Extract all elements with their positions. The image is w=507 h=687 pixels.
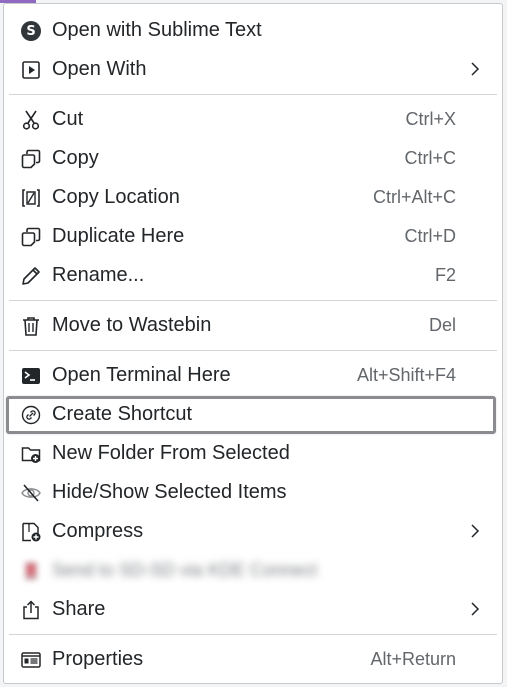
menu-item-compress[interactable]: Compress xyxy=(4,512,502,551)
menu-item-label: Properties xyxy=(52,648,144,670)
sublime-text-icon: S xyxy=(20,20,42,42)
menu-item-label: Create Shortcut xyxy=(52,403,193,425)
folder-add-icon xyxy=(20,443,42,465)
menu-item-properties[interactable]: Properties Alt+Return xyxy=(4,640,502,679)
share-icon xyxy=(20,599,42,621)
menu-item-label: Move to Wastebin xyxy=(52,314,212,336)
menu-item-label: Hide/Show Selected Items xyxy=(52,481,287,503)
menu-item-label: Copy xyxy=(52,147,99,169)
menu-item-hide-show[interactable]: Hide/Show Selected Items xyxy=(4,473,502,512)
menu-item-label: Open Terminal Here xyxy=(52,364,231,386)
scissors-icon xyxy=(20,109,42,131)
menu-item-label: Open with Sublime Text xyxy=(52,19,262,41)
shortcut-label: Ctrl+Alt+C xyxy=(372,187,456,207)
menu-item-create-shortcut[interactable]: Create Shortcut xyxy=(4,395,502,434)
menu-item-new-folder[interactable]: New Folder From Selected xyxy=(4,434,502,473)
menu-item-label: Share xyxy=(52,598,106,620)
chevron-right-icon xyxy=(471,62,480,76)
trash-icon xyxy=(20,315,42,337)
menu-item-rename[interactable]: Rename... F2 xyxy=(4,256,502,295)
context-menu: S Open with Sublime Text Open With Cut C… xyxy=(3,3,503,684)
menu-item-open-sublime[interactable]: S Open with Sublime Text xyxy=(4,11,502,50)
open-with-icon xyxy=(20,59,42,81)
chevron-right-icon xyxy=(471,602,480,616)
duplicate-icon xyxy=(20,226,42,248)
menu-item-label: Copy Location xyxy=(52,186,180,208)
menu-item-share[interactable]: Share xyxy=(4,590,502,629)
menu-item-wastebin[interactable]: Move to Wastebin Del xyxy=(4,306,502,345)
menu-item-copy[interactable]: Copy Ctrl+C xyxy=(4,139,502,178)
menu-item-duplicate[interactable]: Duplicate Here Ctrl+D xyxy=(4,217,502,256)
menu-separator xyxy=(4,89,502,100)
link-icon xyxy=(20,404,42,426)
menu-separator xyxy=(4,629,502,640)
menu-item-label: Duplicate Here xyxy=(52,225,185,247)
copy-location-icon xyxy=(20,187,42,209)
terminal-icon xyxy=(20,365,42,387)
menu-item-copy-location[interactable]: Copy Location Ctrl+Alt+C xyxy=(4,178,502,217)
menu-item-send-to-device[interactable]: Send to SD-SD via KDE Connect xyxy=(4,551,502,590)
menu-item-label: Cut xyxy=(52,108,84,130)
chevron-right-icon xyxy=(471,524,480,538)
archive-icon xyxy=(20,521,42,543)
shortcut-label: Ctrl+D xyxy=(404,226,456,246)
menu-item-label: Rename... xyxy=(52,264,145,286)
shortcut-label: Alt+Return xyxy=(370,649,456,669)
pencil-icon xyxy=(20,265,42,287)
eye-off-icon xyxy=(20,482,42,504)
copy-icon xyxy=(20,148,42,170)
menu-item-label: Compress xyxy=(52,520,144,542)
menu-item-label: Open With xyxy=(52,58,147,80)
properties-icon xyxy=(20,649,42,671)
menu-separator xyxy=(4,345,502,356)
menu-item-open-with[interactable]: Open With xyxy=(4,50,502,89)
shortcut-label: F2 xyxy=(434,265,456,285)
shortcut-label: Del xyxy=(428,315,456,335)
menu-item-label: Send to SD-SD via KDE Connect xyxy=(52,560,318,580)
menu-item-cut[interactable]: Cut Ctrl+X xyxy=(4,100,502,139)
shortcut-label: Alt+Shift+F4 xyxy=(356,365,456,385)
menu-item-label: New Folder From Selected xyxy=(52,442,290,464)
menu-item-open-terminal[interactable]: Open Terminal Here Alt+Shift+F4 xyxy=(4,356,502,395)
shortcut-label: Ctrl+C xyxy=(404,148,456,168)
menu-separator xyxy=(4,295,502,306)
shortcut-label: Ctrl+X xyxy=(405,109,456,129)
device-icon xyxy=(20,560,42,582)
